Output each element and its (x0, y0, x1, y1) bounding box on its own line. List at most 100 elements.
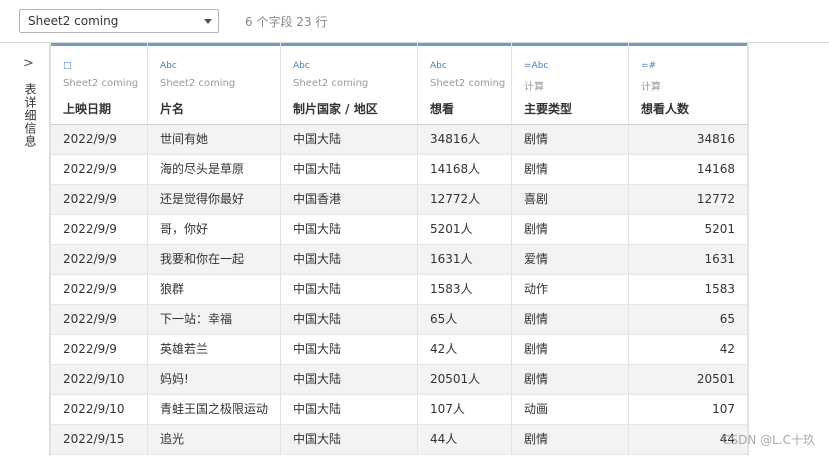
table-cell[interactable]: 追光 (148, 425, 281, 455)
column-header[interactable]: =# 计算想看人数 (629, 43, 748, 125)
table-cell[interactable]: 中国大陆 (281, 245, 418, 275)
table-cell[interactable]: 世间有她 (148, 125, 281, 155)
table-row: 2022/9/9 世间有她 中国大陆 34816人 剧情 34816 (50, 125, 748, 155)
table-cell[interactable]: 中国大陆 (281, 305, 418, 335)
table-cell[interactable]: 12772人 (418, 185, 512, 215)
table-cell[interactable]: 中国大陆 (281, 125, 418, 155)
table-cell[interactable]: 下一站：幸福 (148, 305, 281, 335)
table-cell[interactable]: 20501人 (418, 365, 512, 395)
table-cell[interactable]: 中国大陆 (281, 275, 418, 305)
table-cell[interactable]: 英雄若兰 (148, 335, 281, 365)
table-cell[interactable]: 2022/9/9 (50, 305, 148, 335)
table-cell[interactable]: 海的尽头是草原 (148, 155, 281, 185)
table-row: 2022/9/9 下一站：幸福 中国大陆 65人 剧情 65 (50, 305, 748, 335)
column-header[interactable]: □ Sheet2 coming 上映日期 (50, 43, 148, 125)
table-cell[interactable]: 65 (629, 305, 748, 335)
table-cell[interactable]: 动画 (512, 395, 629, 425)
table-row: 2022/9/15 追光 中国大陆 44人 剧情 44 (50, 425, 748, 455)
table-cell[interactable]: 1583 (629, 275, 748, 305)
table-row: 2022/9/9 哥，你好 中国大陆 5201人 剧情 5201 (50, 215, 748, 245)
column-name: 想看人数 (641, 102, 690, 116)
table-cell[interactable]: 2022/9/10 (50, 395, 148, 425)
table-cell[interactable]: 2022/9/10 (50, 365, 148, 395)
column-name: 想看 (430, 102, 455, 116)
string-icon: Abc (160, 61, 177, 71)
table-cell[interactable]: 喜剧 (512, 185, 629, 215)
calc-number-icon: =# (641, 61, 657, 71)
table-cell[interactable]: 中国大陆 (281, 365, 418, 395)
table-cell[interactable]: 1631 (629, 245, 748, 275)
table-cell[interactable]: 1583人 (418, 275, 512, 305)
data-source-select[interactable]: Sheet2 coming (19, 9, 219, 33)
table-cell[interactable]: 34816 (629, 125, 748, 155)
table-cell[interactable]: 青蛙王国之极限运动 (148, 395, 281, 425)
table-cell[interactable]: 中国香港 (281, 185, 418, 215)
table-cell[interactable]: 剧情 (512, 335, 629, 365)
table-cell[interactable]: 爱情 (512, 245, 629, 275)
column-source: Sheet2 coming (293, 78, 369, 89)
column-header-bar (148, 43, 280, 46)
table-cell[interactable]: 1631人 (418, 245, 512, 275)
table-cell[interactable]: 中国大陆 (281, 425, 418, 455)
table-cell[interactable]: 剧情 (512, 425, 629, 455)
table-cell[interactable]: 2022/9/9 (50, 125, 148, 155)
table-cell[interactable]: 2022/9/9 (50, 155, 148, 185)
table-cell[interactable]: 5201 (629, 215, 748, 245)
table-cell[interactable]: 中国大陆 (281, 155, 418, 185)
table-row: 2022/9/9 我要和你在一起 中国大陆 1631人 爱情 1631 (50, 245, 748, 275)
table-cell[interactable]: 中国大陆 (281, 335, 418, 365)
toolbar: Sheet2 coming 6 个字段 23 行 (0, 0, 829, 43)
table-details-label[interactable]: 表详细信息 (23, 83, 38, 148)
expand-panel-chevron-icon[interactable]: > (23, 56, 34, 71)
watermark: CSDN @L.C十玖 (722, 433, 815, 447)
table-cell[interactable]: 剧情 (512, 305, 629, 335)
table-cell[interactable]: 剧情 (512, 215, 629, 245)
table-cell[interactable]: 2022/9/9 (50, 185, 148, 215)
table-cell[interactable]: 44人 (418, 425, 512, 455)
column-header[interactable]: =Abc 计算 主要类型 (512, 43, 629, 125)
table-row: 2022/9/9 还是觉得你最好 中国香港 12772人 喜剧 12772 (50, 185, 748, 215)
table-cell[interactable]: 107人 (418, 395, 512, 425)
data-source-select-value: Sheet2 coming (28, 14, 119, 28)
table-cell[interactable]: 2022/9/9 (50, 275, 148, 305)
column-source: Sheet2 coming (63, 78, 139, 89)
table-cell[interactable]: 42 (629, 335, 748, 365)
column-source: 计算 (524, 82, 544, 93)
table-cell[interactable]: 65人 (418, 305, 512, 335)
table-cell[interactable]: 中国大陆 (281, 215, 418, 245)
field-row-count: 6 个字段 23 行 (245, 15, 328, 29)
table-cell[interactable]: 12772 (629, 185, 748, 215)
table-cell[interactable]: 剧情 (512, 155, 629, 185)
column-header[interactable]: Abc Sheet2 coming 片名 (148, 43, 281, 125)
column-name: 制片国家 / 地区 (293, 102, 378, 116)
table-cell[interactable]: 狼群 (148, 275, 281, 305)
calendar-icon: □ (63, 61, 72, 71)
table-cell[interactable]: 2022/9/9 (50, 245, 148, 275)
column-header[interactable]: Abc Sheet2 coming 想看 (418, 43, 512, 125)
table-cell[interactable]: 妈妈! (148, 365, 281, 395)
column-header-bar (512, 43, 628, 46)
table-cell[interactable]: 2022/9/9 (50, 215, 148, 245)
table-cell[interactable]: 剧情 (512, 125, 629, 155)
table-cell[interactable]: 中国大陆 (281, 395, 418, 425)
column-source: 计算 (641, 82, 661, 93)
table-cell[interactable]: 5201人 (418, 215, 512, 245)
table-row: 2022/9/10 妈妈! 中国大陆 20501人 剧情 20501 (50, 365, 748, 395)
column-header[interactable]: Abc Sheet2 coming 制片国家 / 地区 (281, 43, 418, 125)
table-cell[interactable]: 107 (629, 395, 748, 425)
table-cell[interactable]: 2022/9/9 (50, 335, 148, 365)
table-cell[interactable]: 哥，你好 (148, 215, 281, 245)
column-header-bar (51, 43, 147, 46)
table-cell[interactable]: 42人 (418, 335, 512, 365)
table-cell[interactable]: 20501 (629, 365, 748, 395)
grid-right-rule (748, 43, 749, 456)
table-cell[interactable]: 34816人 (418, 125, 512, 155)
table-cell[interactable]: 我要和你在一起 (148, 245, 281, 275)
column-source: Sheet2 coming (160, 78, 236, 89)
table-cell[interactable]: 2022/9/15 (50, 425, 148, 455)
table-cell[interactable]: 14168 (629, 155, 748, 185)
table-cell[interactable]: 还是觉得你最好 (148, 185, 281, 215)
table-cell[interactable]: 14168人 (418, 155, 512, 185)
table-cell[interactable]: 动作 (512, 275, 629, 305)
table-cell[interactable]: 剧情 (512, 365, 629, 395)
